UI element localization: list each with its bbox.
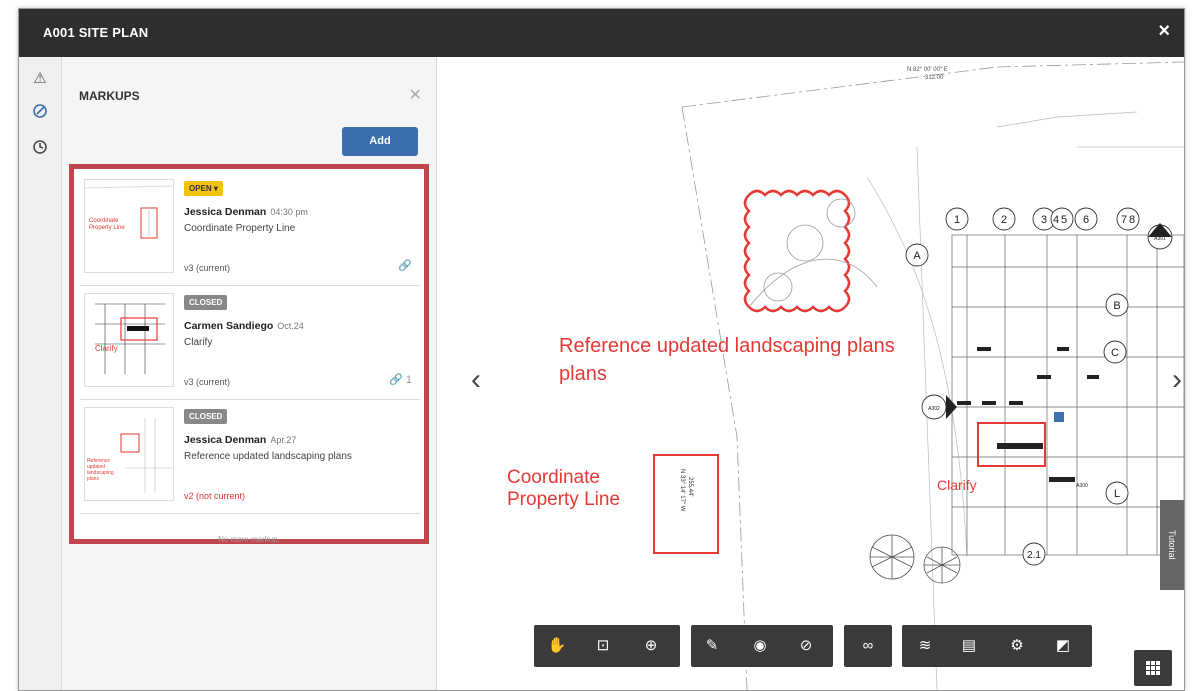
- grid-label: B: [1113, 300, 1120, 312]
- bearing-box-distance: 255.44': [687, 477, 693, 497]
- drawing-canvas[interactable]: N 82° 00' 00" E 312.00' N 33° 14' 17" W …: [437, 57, 1184, 690]
- fullscreen-icon[interactable]: ◩: [1052, 635, 1074, 657]
- grid-view-button[interactable]: [1134, 650, 1172, 686]
- annotation-clarify[interactable]: Clarify: [937, 477, 977, 493]
- markup-thumbnail[interactable]: Coordinate Property Line: [84, 179, 174, 273]
- list-item[interactable]: Reference updated landscaping plans CLOS…: [80, 401, 420, 514]
- sheet-icon[interactable]: ▤: [958, 635, 980, 657]
- thumb-label: Reference updated landscaping plans: [87, 458, 114, 482]
- annotation-landscaping-plans[interactable]: plans: [559, 363, 607, 386]
- property-line-box[interactable]: [653, 454, 719, 554]
- hide-markups-icon[interactable]: ⊘: [795, 635, 817, 657]
- markup-author: Jessica Denman 04:30 pm: [184, 206, 308, 218]
- sheet-tag: A301: [1154, 236, 1166, 242]
- sheet-tag: A300: [1076, 483, 1088, 489]
- thumb-label: Clarify: [95, 344, 118, 353]
- attachment-icon[interactable]: 🔗 1: [389, 373, 412, 386]
- attachment-icon[interactable]: 🔗: [398, 259, 412, 272]
- markup-time: Apr.27: [270, 435, 297, 445]
- grid-icon: [1146, 661, 1160, 675]
- grid-label: 6: [1083, 214, 1089, 226]
- panel-close-icon[interactable]: ✕: [409, 85, 422, 105]
- side-rail: ⚠: [19, 57, 62, 690]
- grid-label: A: [913, 250, 921, 262]
- warning-icon[interactable]: ⚠: [30, 69, 50, 89]
- bearing-top-distance: 312.00': [925, 75, 945, 81]
- layers-icon[interactable]: ≋: [914, 635, 936, 657]
- grid-label: 1: [954, 214, 960, 226]
- grid-label: 2: [1001, 214, 1007, 226]
- add-markup-button[interactable]: Add: [342, 127, 418, 156]
- list-item[interactable]: Coordinate Property Line OPEN ▾ Jessica …: [80, 173, 420, 286]
- grid-label: L: [1114, 488, 1120, 500]
- grid-label: 8: [1129, 214, 1135, 226]
- panel-title: MARKUPS: [79, 89, 140, 103]
- markup-time: Oct.24: [277, 321, 304, 331]
- tutorial-tab[interactable]: Tutorial: [1160, 500, 1184, 590]
- markup-note: Reference updated landscaping plans: [184, 451, 352, 462]
- link-icon[interactable]: ∞: [857, 635, 879, 657]
- markups-panel: MARKUPS ✕ Add Coordinate Property Line O…: [62, 57, 437, 690]
- pan-hand-icon[interactable]: ✋: [546, 635, 568, 657]
- bearing-top-text: N 82° 00' 00" E: [907, 67, 948, 73]
- markup-icon[interactable]: ✎: [701, 635, 723, 657]
- status-badge[interactable]: CLOSED: [184, 295, 228, 310]
- thumb-label: Coordinate Property Line: [89, 218, 125, 231]
- cloud-markup[interactable]: [743, 189, 851, 313]
- next-arrow-icon[interactable]: ›: [1172, 363, 1182, 397]
- close-icon[interactable]: ×: [1158, 20, 1170, 43]
- no-more-markup-text: No more markup.: [218, 535, 280, 544]
- info-marker[interactable]: [1054, 412, 1064, 422]
- bearing-box-text: N 33° 14' 17" W: [679, 469, 685, 512]
- markup-thumbnail[interactable]: Clarify: [84, 293, 174, 387]
- markup-version: v2 (not current): [184, 491, 246, 501]
- gear-icon[interactable]: ⚙: [1006, 635, 1028, 657]
- markup-note: Clarify: [184, 337, 213, 348]
- history-icon[interactable]: [30, 139, 50, 159]
- markup-version: v3 (current): [184, 263, 231, 273]
- markup-note: Coordinate Property Line: [184, 223, 296, 234]
- markup-author: Jessica Denman Apr.27: [184, 434, 297, 446]
- status-badge[interactable]: CLOSED: [184, 409, 228, 424]
- list-item[interactable]: Clarify CLOSED Carmen Sandiego Oct.24 Cla…: [80, 287, 420, 400]
- site-plan-drawing: N 82° 00' 00" E 312.00' N 33° 14' 17" W …: [653, 61, 1184, 690]
- grid-label: 2.1: [1027, 550, 1041, 561]
- grid-label: 4: [1053, 214, 1059, 226]
- link-toolbar: ∞: [844, 625, 892, 667]
- grid-label: C: [1111, 347, 1119, 359]
- zoom-area-icon[interactable]: ⊕: [640, 635, 662, 657]
- fit-view-icon[interactable]: ⊡: [592, 635, 614, 657]
- markup-version: v3 (current): [184, 377, 231, 387]
- previous-arrow-icon[interactable]: ‹: [471, 363, 481, 397]
- window-title: A001 SITE PLAN: [43, 25, 149, 40]
- markup-thumbnail[interactable]: Reference updated landscaping plans: [84, 407, 174, 501]
- markup-author: Carmen Sandiego Oct.24: [184, 320, 304, 332]
- markup-icon[interactable]: [30, 103, 50, 123]
- navigation-toolbar: ✋ ⊡ ⊕: [534, 625, 680, 667]
- status-badge[interactable]: OPEN ▾: [184, 181, 223, 196]
- annotation-landscaping[interactable]: Reference updated landscaping plans: [559, 335, 895, 358]
- grid-label: 5: [1061, 214, 1067, 226]
- show-markups-icon[interactable]: ◉: [749, 635, 771, 657]
- sheet-tag: A302: [928, 406, 940, 412]
- markup-time: 04:30 pm: [270, 207, 308, 217]
- grid-label: 3: [1041, 214, 1047, 226]
- attachment-count: 1: [405, 374, 412, 386]
- title-bar: A001 SITE PLAN ×: [19, 9, 1184, 57]
- viewer-window: A001 SITE PLAN × ⚠ MARKUPS ✕ Add Coordin…: [18, 8, 1185, 691]
- markup-toolbar: ✎ ◉ ⊘: [691, 625, 833, 667]
- markup-list: Coordinate Property Line OPEN ▾ Jessica …: [69, 164, 429, 544]
- grid-label: 7: [1121, 214, 1127, 226]
- annotation-property-line[interactable]: Coordinate Property Line: [507, 467, 652, 511]
- settings-toolbar: ≋ ▤ ⚙ ◩: [902, 625, 1092, 667]
